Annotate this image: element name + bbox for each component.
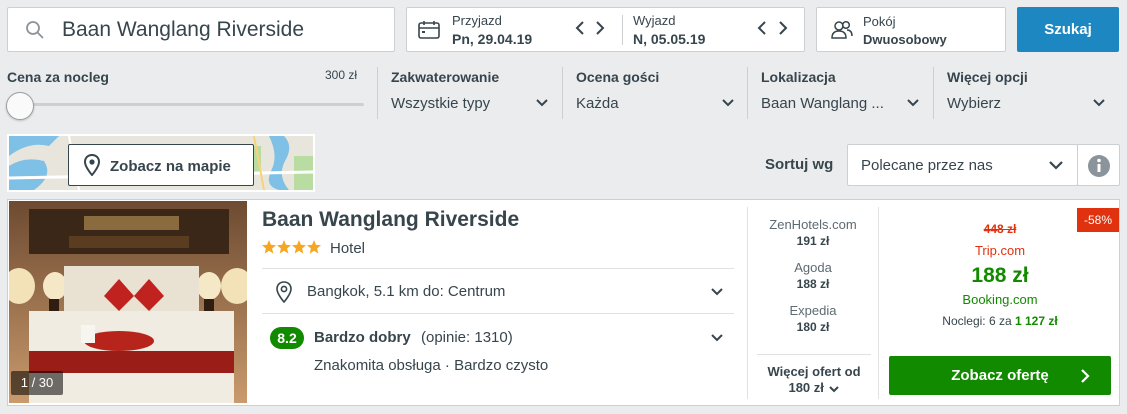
rooms-label: Pokój (863, 14, 896, 29)
price-slider-handle[interactable] (6, 92, 34, 120)
calendar-icon (418, 20, 440, 40)
info-icon (1087, 154, 1111, 178)
star-icon (262, 240, 276, 254)
chevron-down-icon[interactable] (906, 98, 920, 108)
view-map-label: Zobacz na mapie (110, 158, 231, 175)
checkin-label: Przyjazd (452, 13, 502, 28)
price-slider-track[interactable] (30, 103, 364, 106)
checkin-next-icon[interactable] (594, 20, 606, 36)
chevron-down-icon[interactable] (535, 98, 549, 108)
deal-site[interactable]: Expedia (753, 303, 873, 318)
more-offers-price: 180 zł (788, 380, 824, 395)
hotel-stars (262, 240, 322, 254)
location-filter-label: Lokalizacja (761, 69, 836, 85)
chevron-down-icon (828, 385, 840, 393)
filter-divider (562, 67, 563, 119)
price-max-value: 300 zł (325, 68, 358, 82)
nights-prefix: Noclegi: 6 za (942, 314, 1012, 328)
checkout-prev-icon[interactable] (756, 20, 768, 36)
chevron-down-icon[interactable] (710, 333, 724, 343)
deal-price[interactable]: 191 zł (753, 234, 873, 248)
search-icon (25, 20, 45, 40)
dates-divider (622, 15, 623, 45)
accommodation-filter-label: Zakwaterowanie (391, 69, 500, 85)
more-offers-label: Więcej ofert od (767, 364, 861, 379)
star-icon (292, 240, 306, 254)
view-offer-label: Zobacz ofertę (951, 367, 1049, 384)
deal-site[interactable]: ZenHotels.com (753, 217, 873, 232)
hotel-location[interactable]: Bangkok, 5.1 km do: Centrum (307, 283, 505, 300)
star-icon (307, 240, 321, 254)
location-pin-icon (276, 281, 292, 303)
nights-summary: Noclegi: 6 za 1 127 zł (880, 314, 1120, 328)
filter-divider (933, 67, 934, 119)
divider (878, 207, 879, 399)
best-price-site[interactable]: Booking.com (880, 292, 1120, 307)
chevron-down-icon[interactable] (1092, 98, 1106, 108)
destination-search-input[interactable]: Baan Wanglang Riverside (7, 7, 395, 52)
chevron-down-icon[interactable] (710, 287, 724, 297)
search-button[interactable]: Szukaj (1017, 7, 1119, 52)
checkout-value[interactable]: N, 05.05.19 (633, 31, 705, 47)
chevron-right-icon (1080, 368, 1090, 384)
photo-counter: 1 / 30 (11, 371, 63, 395)
nights-total: 1 127 zł (1015, 314, 1058, 328)
deal-price[interactable]: 188 zł (753, 277, 873, 291)
view-offer-button[interactable]: Zobacz ofertę (889, 356, 1111, 395)
rating-highlights: Znakomita obsługa · Bardzo czysto (314, 357, 549, 374)
sort-info-button[interactable] (1077, 144, 1120, 186)
chevron-down-icon[interactable] (721, 98, 735, 108)
checkin-prev-icon[interactable] (574, 20, 586, 36)
best-price[interactable]: 188 zł (880, 264, 1120, 288)
guest-rating-filter-value[interactable]: Każda (576, 95, 619, 112)
divider (757, 354, 871, 355)
old-price: 448 zł (983, 222, 1017, 236)
more-options-value[interactable]: Wybierz (947, 95, 1001, 112)
filter-divider (377, 67, 378, 119)
deal-site[interactable]: Agoda (753, 260, 873, 275)
rooms-value: Dwuosobowy (863, 32, 947, 47)
sort-select[interactable]: Polecane przez nas (847, 144, 1078, 186)
hotel-name[interactable]: Baan Wanglang Riverside (262, 208, 519, 232)
rating-score-badge: 8.2 (270, 327, 304, 349)
sort-value: Polecane przez nas (861, 157, 993, 174)
chevron-down-icon (1048, 159, 1064, 171)
guests-icon (830, 20, 854, 40)
rating-review-count: (opinie: 1310) (421, 329, 513, 346)
divider (747, 207, 748, 399)
star-icon (277, 240, 291, 254)
more-offers-button[interactable]: Więcej ofert od 180 zł (757, 364, 871, 396)
view-map-button[interactable]: Zobacz na mapie (68, 144, 254, 186)
old-price-site[interactable]: Trip.com (880, 243, 1120, 258)
checkout-label: Wyjazd (633, 13, 676, 28)
more-options-label: Więcej opcji (947, 69, 1028, 85)
hotel-type: Hotel (330, 240, 366, 257)
deal-price[interactable]: 180 zł (753, 320, 873, 334)
checkout-next-icon[interactable] (777, 20, 789, 36)
divider (262, 313, 734, 314)
location-filter-value[interactable]: Baan Wanglang ... (761, 95, 884, 112)
destination-value: Baan Wanglang Riverside (62, 18, 305, 41)
room-selector[interactable]: Pokój Dwuosobowy (816, 7, 1006, 52)
guest-rating-filter-label: Ocena gości (576, 69, 660, 85)
checkin-value[interactable]: Pn, 29.04.19 (452, 31, 532, 47)
sort-label: Sortuj wg (765, 156, 834, 173)
map-pin-icon (84, 154, 100, 176)
filter-divider (747, 67, 748, 119)
rating-label[interactable]: Bardzo dobry (314, 329, 411, 346)
date-picker[interactable]: Przyjazd Pn, 29.04.19 Wyjazd N, 05.05.19 (406, 7, 805, 52)
accommodation-filter-value[interactable]: Wszystkie typy (391, 95, 490, 112)
divider (262, 268, 734, 269)
price-filter-label: Cena za nocleg (7, 69, 109, 85)
